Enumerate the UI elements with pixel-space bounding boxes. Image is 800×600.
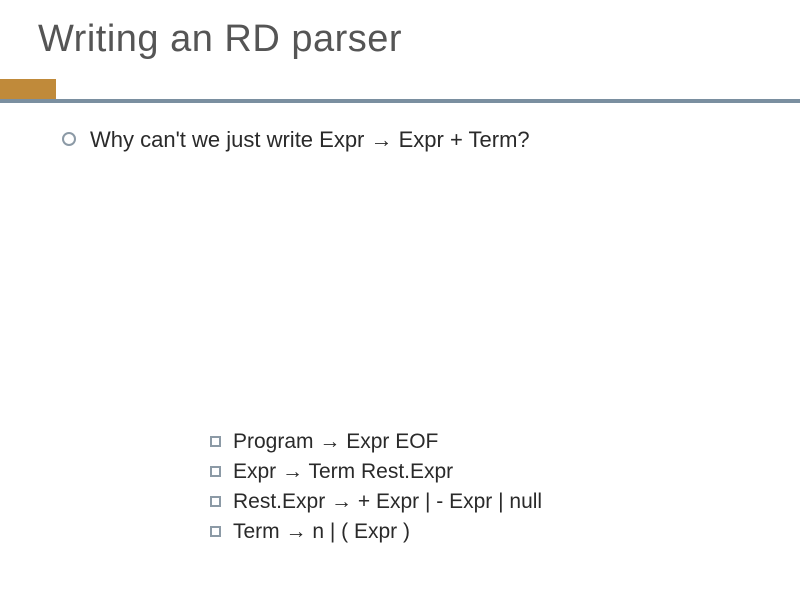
grammar-rule-text: Expr → Term Rest.Expr — [233, 460, 453, 484]
grammar-rule-text: Rest.Expr → + Expr | - Expr | null — [233, 490, 542, 514]
list-item: Program → Expr EOF — [210, 430, 542, 454]
slide: Writing an RD parser Why can't we just w… — [0, 0, 800, 600]
title-rule — [30, 79, 770, 105]
title-accent-bar — [0, 79, 56, 99]
grammar-rule-text: Program → Expr EOF — [233, 430, 438, 454]
square-bullet-icon — [210, 496, 221, 507]
list-item: Rest.Expr → + Expr | - Expr | null — [210, 490, 542, 514]
grammar-list: Program → Expr EOF Expr → Term Rest.Expr… — [210, 430, 542, 550]
square-bullet-icon — [210, 436, 221, 447]
square-bullet-icon — [210, 526, 221, 537]
square-bullet-icon — [210, 466, 221, 477]
circle-bullet-icon — [62, 132, 76, 146]
list-item: Term → n | ( Expr ) — [210, 520, 542, 544]
list-item: Expr → Term Rest.Expr — [210, 460, 542, 484]
grammar-rule-text: Term → n | ( Expr ) — [233, 520, 410, 544]
slide-title: Writing an RD parser — [38, 18, 770, 61]
main-bullet-text: Why can't we just write Expr → Expr + Te… — [90, 127, 530, 153]
title-underline — [0, 99, 800, 103]
main-bullet-item: Why can't we just write Expr → Expr + Te… — [62, 127, 770, 153]
